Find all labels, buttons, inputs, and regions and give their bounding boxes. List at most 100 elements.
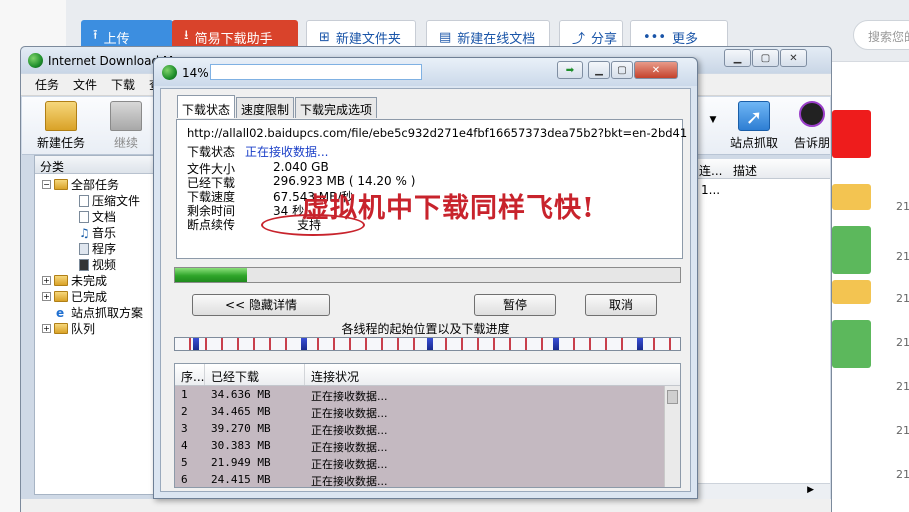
toolbar-dropdown-icon[interactable]: ▼ [706,115,720,125]
tree-item-finished[interactable]: + 已完成 [42,288,107,305]
folder-icon [45,101,77,131]
folder-download-icon [54,275,68,286]
music-note-icon: ♫ [79,225,90,240]
cancel-button[interactable]: 取消 [585,294,657,316]
expand-icon[interactable]: + [42,292,51,301]
dialog-tabs: 下载状态 速度限制 下载完成选项 [177,95,378,118]
background-block-red [832,110,871,158]
column-header-downloaded[interactable]: 已经下载 [205,364,305,385]
hide-details-button[interactable]: << 隐藏详情 [192,294,330,316]
background-search-input[interactable]: 搜索您的 [853,20,909,50]
background-number: 21 [896,380,909,393]
background-number: 21 [896,250,909,263]
column-header-index[interactable]: 序... [175,364,205,385]
site-grab-button[interactable]: ➚ 站点抓取 [725,101,783,151]
menu-item-tasks[interactable]: 任务 [35,76,59,93]
tell-friend-button[interactable]: 告诉朋 [792,101,832,151]
close-icon[interactable]: ✕ [780,49,807,67]
scroll-right-icon[interactable]: ▶ [807,485,814,495]
download-icon: ⭳ [184,28,189,43]
background-number: 21 [896,200,909,213]
ie-icon: e [56,305,65,320]
dialog-body: 下载状态 速度限制 下载完成选项 http://allall02.baidupc… [160,88,691,492]
robot-icon [799,101,825,127]
table-row[interactable]: 2 34.465 MB 正在接收数据... [175,403,680,420]
maximize-icon[interactable]: ▢ [752,49,779,67]
tree-item-all[interactable]: − 全部任务 [42,176,119,193]
tree-item-programs[interactable]: 程序 [79,240,116,257]
close-icon[interactable]: ✕ [634,61,678,79]
category-panel: 分类 − 全部任务 压缩文件 文档 ♫ 音乐 程序 视频 + 未完成 + 已完成… [34,155,157,495]
column-header-description[interactable]: 描述 [733,162,757,179]
tab-download-status[interactable]: 下载状态 [177,95,236,118]
tree-item-video[interactable]: 视频 [79,256,116,273]
table-row[interactable]: 3 39.270 MB 正在接收数据... [175,420,680,437]
horizontal-scrollbar[interactable]: ▶ [697,483,830,499]
resume-folder-icon [110,101,142,131]
dialog-title-percent: 14% [182,66,209,80]
tree-item-documents[interactable]: 文档 [79,208,116,225]
video-icon [79,258,89,271]
annotation-text: 虚拟机中下载同样飞快! [302,193,595,224]
tree-item-queues[interactable]: + 队列 [42,320,95,337]
table-row[interactable]: 4 30.383 MB 正在接收数据... [175,437,680,454]
download-progress-fill [175,268,247,282]
archive-icon [79,194,89,207]
list-item[interactable]: 1... [701,183,720,197]
tree-item-music[interactable]: ♫ 音乐 [79,224,116,241]
download-progress-bar [174,267,681,283]
dialog-globe-icon [162,65,177,80]
download-url: http://allall02.baidupcs.com/file/ebe5c9… [187,126,688,140]
dialog-title-bar[interactable]: 14% ➡ ▁ ▢ ✕ [154,58,697,86]
minimize-icon[interactable]: ▁ [724,49,751,67]
menu-item-file[interactable]: 文件 [73,76,97,93]
column-header-connections[interactable]: 连... [699,162,722,179]
expand-icon[interactable]: + [42,324,51,333]
thread-segments-bar [174,337,681,351]
thread-table: 序... 已经下载 连接状况 1 34.636 MB 正在接收数据... 2 3… [174,363,681,488]
arrow-right-icon[interactable]: ➡ [557,61,583,79]
background-block-green [832,320,871,368]
status-value: 正在接收数据... [245,145,329,159]
column-header-connection[interactable]: 连接状况 [305,364,665,385]
resume-support-label: 断点续传 [187,218,236,232]
thread-table-header: 序... 已经下载 连接状况 [175,364,680,386]
maximize-icon[interactable]: ▢ [611,61,633,79]
folder-icon [54,323,68,334]
background-number: 21 [896,424,909,437]
idm-globe-icon [28,53,43,68]
minimize-icon[interactable]: ▁ [588,61,610,79]
scrollbar-thumb[interactable] [667,390,678,404]
idm-window-controls: ▁ ▢ ✕ [724,49,807,67]
thread-table-scrollbar[interactable] [664,386,680,487]
status-label: 下载状态 [187,145,236,159]
new-task-button[interactable]: 新建任务 [34,101,88,151]
background-number: 21 [896,336,909,349]
collapse-icon[interactable]: − [42,180,51,189]
cursor-icon: ➚ [738,101,770,131]
background-block-yellow [832,184,871,210]
pause-button[interactable]: 暂停 [474,294,556,316]
table-row[interactable]: 6 24.415 MB 正在接收数据... [175,471,680,487]
expand-icon[interactable]: + [42,276,51,285]
tab-completion-options[interactable]: 下载完成选项 [295,97,378,118]
table-row[interactable]: 5 21.949 MB 正在接收数据... [175,454,680,471]
tree-item-grabber[interactable]: e 站点抓取方案 [56,304,143,321]
tree-item-unfinished[interactable]: + 未完成 [42,272,107,289]
file-size-value: 2.040 GB [273,160,329,174]
dialog-window-controls: ➡ ▁ ▢ ✕ [557,61,678,79]
tab-speed-limit[interactable]: 速度限制 [236,97,295,118]
resume-button[interactable]: 继续 [106,101,146,151]
table-row[interactable]: 1 34.636 MB 正在接收数据... [175,386,680,403]
thread-segment [637,338,643,350]
category-header: 分类 [35,156,156,174]
background-block-yellow [832,280,871,304]
download-list: 1... [697,179,830,489]
background-number: 21 [896,292,909,305]
dialog-title-field [210,64,422,80]
menu-item-download[interactable]: 下载 [111,76,135,93]
tree-item-compressed[interactable]: 压缩文件 [79,192,140,209]
download-progress-dialog: 14% ➡ ▁ ▢ ✕ 下载状态 速度限制 下载完成选项 http://alla… [153,57,698,499]
thread-segment [301,338,307,350]
document-icon: ▤ [439,29,452,45]
